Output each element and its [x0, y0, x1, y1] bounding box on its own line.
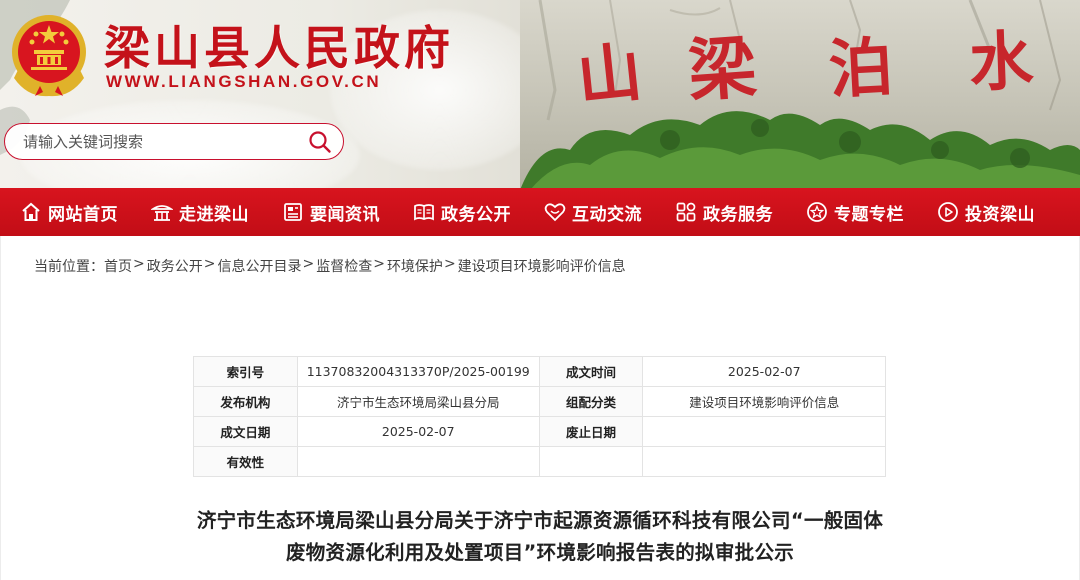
meta-key: 废止日期: [538, 416, 644, 447]
search-button[interactable]: [297, 124, 343, 159]
breadcrumb-separator: >: [203, 256, 216, 272]
national-emblem-icon: [12, 15, 86, 97]
breadcrumb-item[interactable]: 信息公开目录: [217, 256, 301, 276]
nav-item-label: 专题专栏: [834, 204, 904, 225]
meta-value: 建设项目环境影响评价信息: [642, 386, 886, 417]
breadcrumb: 当前位置： 首页 > 政务公开 > 信息公开目录 > 监督检查 > 环境保护 >…: [34, 256, 626, 276]
table-row: 成文日期 2025-02-07 废止日期: [193, 416, 886, 447]
table-row: 索引号 11370832004313370P/2025-00199 成文时间 2…: [193, 356, 886, 387]
breadcrumb-item[interactable]: 首页: [104, 256, 132, 276]
service-grid-icon: [675, 201, 697, 223]
nav-item-label: 政务服务: [703, 204, 773, 225]
nav-item-label: 网站首页: [48, 204, 118, 225]
nav-item-special-topics[interactable]: 专题专栏: [806, 188, 904, 236]
breadcrumb-item[interactable]: 建设项目环境影响评价信息: [458, 256, 626, 276]
meta-key: 发布机构: [193, 386, 298, 417]
news-icon: [282, 201, 304, 223]
breadcrumb-prefix: 当前位置：: [34, 259, 104, 275]
document-title-line: 济宁市生态环境局梁山县分局关于济宁市起源资源循环科技有限公司“一般固体: [196, 509, 884, 532]
site-header: 山 梁 泊 水 梁山县人民政府 WWW.LIANGSHAN.GOV.CN 请输入…: [0, 0, 1080, 190]
svg-text:山: 山: [574, 35, 645, 116]
banner-cliff-image: 山 梁 泊 水: [520, 0, 1080, 190]
document-title-line: 废物资源化利用及处置项目”环境影响报告表的拟审批公示: [285, 541, 795, 564]
breadcrumb-separator: >: [302, 256, 315, 272]
home-icon: [20, 201, 42, 223]
meta-key: 成文时间: [538, 356, 644, 387]
nav-item-home[interactable]: 网站首页: [20, 188, 118, 236]
breadcrumb-separator: >: [373, 256, 385, 272]
document-title: 济宁市生态环境局梁山县分局关于济宁市起源资源循环科技有限公司“一般固体 废物资源…: [140, 505, 940, 569]
nav-item-label: 要闻资讯: [310, 204, 380, 225]
meta-value: [296, 446, 540, 477]
heart-chat-icon: [544, 201, 566, 223]
nav-item-interaction[interactable]: 互动交流: [544, 188, 642, 236]
search-input[interactable]: [5, 124, 297, 159]
nav-item-label: 走进梁山: [179, 204, 249, 225]
svg-text:泊: 泊: [827, 30, 895, 108]
nav-item-enter-liangshan[interactable]: 走进梁山: [151, 188, 249, 236]
site-title[interactable]: 梁山县人民政府: [104, 12, 454, 78]
site-url[interactable]: WWW.LIANGSHAN.GOV.CN: [106, 72, 381, 92]
meta-value: [642, 446, 886, 477]
pavilion-icon: [151, 201, 173, 223]
search-box: [4, 123, 344, 160]
main-nav: 网站首页 走进梁山 要闻资讯 政务公开 互动交流 政务服务 专题专栏 投资梁山: [0, 188, 1080, 236]
meta-value: 济宁市生态环境局梁山县分局: [296, 386, 540, 417]
nav-item-label: 政务公开: [441, 204, 511, 225]
breadcrumb-separator: >: [443, 256, 456, 272]
svg-text:水: 水: [968, 24, 1036, 101]
meta-value: [642, 416, 886, 447]
meta-value: 11370832004313370P/2025-00199: [296, 356, 540, 387]
nav-item-label: 投资梁山: [965, 204, 1035, 225]
star-circle-icon: [806, 201, 828, 223]
breadcrumb-separator: >: [133, 256, 145, 272]
nav-item-gov-open[interactable]: 政务公开: [413, 188, 511, 236]
meta-key: [538, 446, 644, 477]
svg-text:梁: 梁: [686, 27, 759, 112]
breadcrumb-item[interactable]: 监督检查: [316, 256, 372, 276]
nav-item-gov-service[interactable]: 政务服务: [675, 188, 773, 236]
meta-key: 索引号: [193, 356, 298, 387]
meta-key: 成文日期: [193, 416, 298, 447]
breadcrumb-item[interactable]: 环境保护: [387, 256, 443, 276]
open-book-icon: [413, 201, 435, 223]
table-row: 有效性: [193, 446, 886, 477]
nav-item-invest[interactable]: 投资梁山: [937, 188, 1035, 236]
nav-item-label: 互动交流: [572, 204, 642, 225]
nav-item-news[interactable]: 要闻资讯: [282, 188, 380, 236]
document-meta-table: 索引号 11370832004313370P/2025-00199 成文时间 2…: [193, 356, 886, 477]
breadcrumb-item[interactable]: 政务公开: [147, 256, 203, 276]
meta-key: 组配分类: [538, 386, 644, 417]
table-row: 发布机构 济宁市生态环境局梁山县分局 组配分类 建设项目环境影响评价信息: [193, 386, 886, 417]
meta-key: 有效性: [193, 446, 298, 477]
play-circle-icon: [937, 201, 959, 223]
meta-value: 2025-02-07: [296, 416, 540, 447]
meta-value: 2025-02-07: [642, 356, 886, 387]
search-icon: [309, 130, 331, 153]
